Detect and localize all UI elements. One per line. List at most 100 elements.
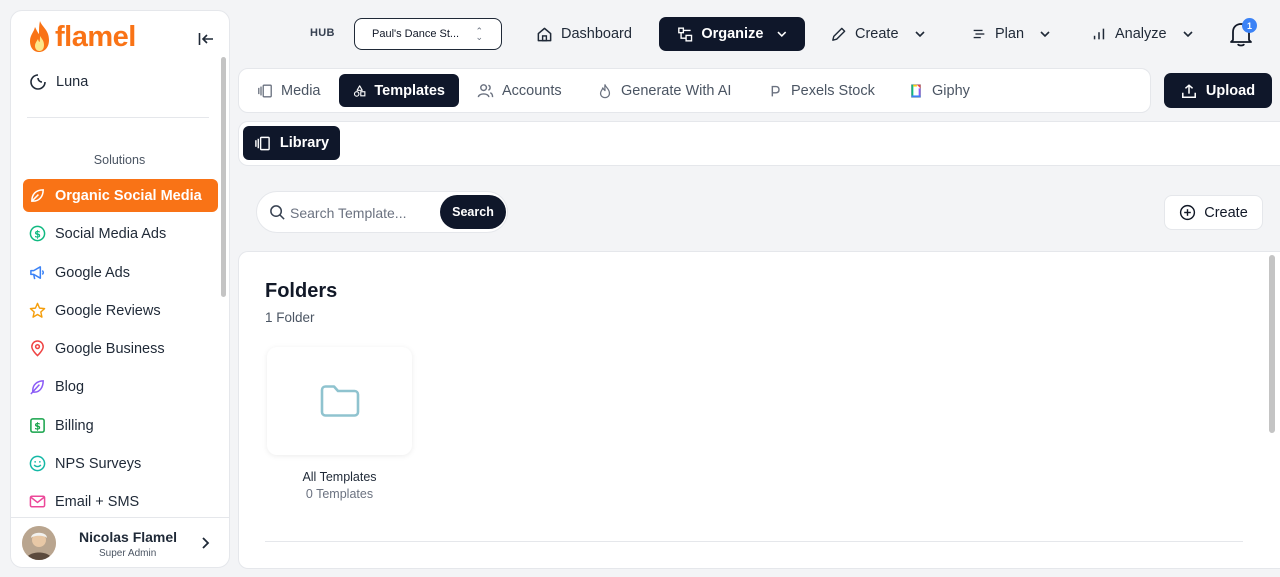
sidebar-item-label: Organic Social Media: [55, 187, 202, 204]
sidebar-nav: Luna Solutions Organic Social Media $ So…: [11, 65, 223, 515]
profile-name: Nicolas Flamel: [79, 529, 178, 545]
search-button[interactable]: Search: [440, 195, 506, 229]
search-input[interactable]: [290, 203, 430, 223]
create-template-button[interactable]: Create: [1164, 195, 1263, 230]
tab-pexels-stock[interactable]: Pexels Stock: [767, 74, 875, 107]
mail-icon: [29, 495, 46, 508]
nav-label: Dashboard: [561, 26, 632, 42]
sidebar-item-google-business[interactable]: Google Business: [23, 332, 218, 365]
sidebar-item-label: Luna: [56, 73, 89, 90]
logo-text: flamel: [55, 20, 136, 53]
flame-logo-icon: [30, 21, 49, 52]
nav-analyze[interactable]: Analyze: [1091, 17, 1193, 51]
avatar: [22, 526, 56, 560]
sidebar-item-label: Google Ads: [55, 264, 130, 281]
nav-plan[interactable]: Plan: [971, 17, 1050, 51]
hub-select[interactable]: Paul's Dance St... ⌃ ⌄: [354, 18, 502, 50]
sidebar-item-label: Social Media Ads: [55, 225, 167, 242]
dollar-circle-icon: $: [29, 225, 46, 242]
tab-label: Pexels Stock: [791, 82, 875, 99]
svg-text:$: $: [34, 421, 41, 432]
sidebar-item-nps-surveys[interactable]: NPS Surveys: [23, 447, 218, 480]
moon-cycle-icon: [30, 73, 46, 90]
list-icon: [973, 29, 985, 39]
tab-label: Media: [281, 82, 321, 99]
library-icon: [255, 136, 270, 150]
collapse-left-icon: [198, 33, 213, 45]
chevron-down-icon: [1183, 30, 1193, 37]
folder-card[interactable]: [267, 347, 412, 455]
nav-dashboard[interactable]: Dashboard: [536, 17, 632, 51]
map-pin-icon: [31, 340, 44, 357]
nav-label: Create: [855, 26, 899, 42]
pexels-icon: [771, 85, 780, 96]
sidebar-item-google-reviews[interactable]: Google Reviews: [23, 294, 218, 327]
nav-organize[interactable]: Organize: [659, 17, 805, 51]
upload-icon: [1181, 83, 1196, 98]
hub-select-value: Paul's Dance St...: [372, 28, 460, 40]
tab-label: Generate With AI: [621, 82, 732, 99]
folders-title: Folders: [265, 280, 338, 302]
sidebar-item-blog[interactable]: Blog: [23, 370, 218, 403]
sidebar-item-organic-social-media[interactable]: Organic Social Media: [23, 179, 218, 212]
sidebar-item-luna[interactable]: Luna: [23, 65, 218, 98]
chevron-down-icon: [777, 31, 787, 37]
tab-label: Giphy: [932, 82, 970, 99]
star-icon: [29, 302, 46, 318]
sidebar-item-google-ads[interactable]: Google Ads: [23, 256, 218, 289]
tab-library[interactable]: Library: [243, 126, 340, 160]
megaphone-icon: [30, 266, 45, 280]
sidebar-item-billing[interactable]: $ Billing: [23, 409, 218, 442]
upload-label: Upload: [1205, 82, 1256, 99]
sidebar-item-label: Email + SMS: [55, 493, 140, 510]
user-profile[interactable]: Nicolas Flamel Super Admin: [11, 517, 229, 567]
folders-panel: Folders 1 Folder All Templates 0 Templat…: [238, 251, 1280, 569]
template-search: Search: [256, 191, 508, 233]
sidebar-scrollbar[interactable]: [221, 57, 226, 297]
media-icon: [258, 84, 272, 97]
folder-icon: [320, 385, 359, 417]
hub-label: HUB: [310, 27, 335, 39]
sidebar-section-heading: Solutions: [93, 153, 146, 167]
chevron-right-icon[interactable]: [201, 536, 211, 550]
content-scrollbar[interactable]: [1269, 255, 1275, 433]
sidebar-divider: [27, 117, 209, 118]
nav-label: Analyze: [1115, 26, 1167, 42]
sidebar-item-label: Google Reviews: [55, 302, 161, 319]
tab-media[interactable]: Media: [257, 74, 321, 107]
bar-chart-icon: [1093, 28, 1105, 40]
sidebar-item-label: Billing: [55, 417, 94, 434]
chevron-down-icon: [914, 30, 925, 37]
panel-divider: [265, 541, 1243, 542]
tab-giphy[interactable]: Giphy: [908, 74, 970, 107]
folder-name[interactable]: All Templates: [267, 470, 412, 484]
nav-label: Plan: [995, 26, 1025, 42]
sidebar-item-email-sms[interactable]: Email + SMS: [23, 485, 218, 515]
tab-generate-with-ai[interactable]: Generate With AI: [597, 74, 731, 107]
organize-icon: [678, 26, 693, 42]
nav-create[interactable]: Create: [830, 17, 925, 51]
chevron-down-icon: [1040, 30, 1050, 37]
media-tabs: Media Templates Accounts Generate With A…: [238, 68, 1151, 113]
dollar-square-icon: $: [30, 418, 45, 433]
leaf-icon: [31, 189, 44, 202]
feather-icon: [30, 380, 44, 395]
folder-template-count: 0 Templates: [305, 487, 374, 501]
folders-count: 1 Folder: [265, 310, 315, 325]
tab-accounts[interactable]: Accounts: [477, 74, 562, 107]
flame-icon: [599, 83, 611, 98]
tab-templates[interactable]: Templates: [339, 74, 459, 107]
upload-button[interactable]: Upload: [1164, 73, 1272, 108]
select-caret-icon: ⌃ ⌄: [475, 26, 483, 42]
library-tabs: [238, 121, 1280, 166]
home-icon: [537, 27, 552, 41]
tab-label: Templates: [374, 82, 445, 99]
users-icon: [477, 84, 494, 98]
tab-label: Accounts: [502, 82, 562, 99]
sidebar-item-label: Google Business: [55, 340, 165, 357]
collapse-sidebar-button[interactable]: [195, 28, 217, 50]
flamel-logo[interactable]: flamel: [27, 20, 136, 54]
sidebar-item-label: Blog: [55, 378, 85, 395]
sidebar-item-social-media-ads[interactable]: $ Social Media Ads: [23, 217, 218, 250]
profile-role: Super Admin: [99, 548, 157, 559]
